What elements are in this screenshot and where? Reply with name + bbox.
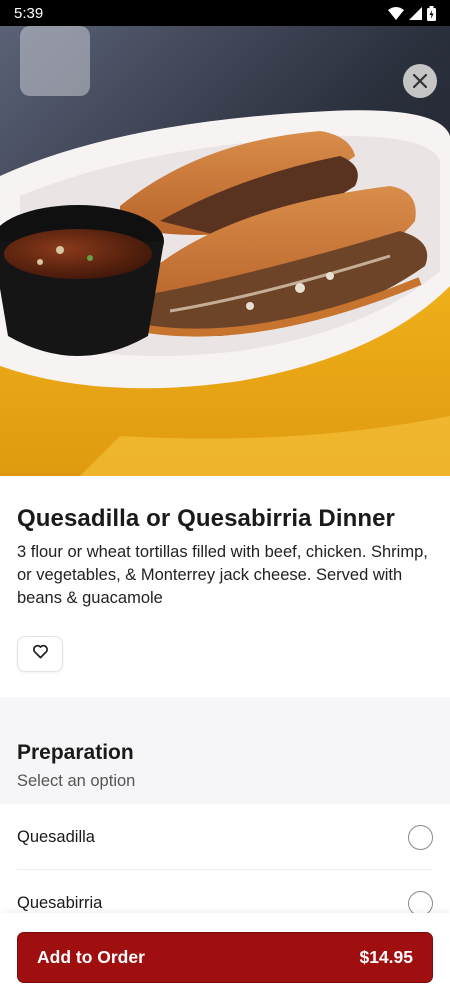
item-title: Quesadilla or Quesabirria Dinner <box>17 505 395 532</box>
close-icon <box>413 74 427 88</box>
item-info: Quesadilla or Quesabirria Dinner 3 flour… <box>0 476 450 672</box>
status-bar: 5:39 <box>0 0 450 26</box>
option-quesadilla[interactable]: Quesadilla <box>0 804 450 870</box>
battery-icon <box>427 5 436 21</box>
section-title: Preparation <box>17 741 134 764</box>
item-description: 3 flour or wheat tortillas filled with b… <box>17 543 428 607</box>
radio-button[interactable] <box>408 824 433 850</box>
bottom-bar: Add to Order $14.95 <box>0 913 450 1000</box>
close-button[interactable] <box>403 64 437 98</box>
add-to-order-label: Add to Order <box>37 947 145 967</box>
price-label: $14.95 <box>359 947 413 967</box>
item-photo <box>0 26 450 476</box>
option-label: Quesadilla <box>17 827 95 846</box>
add-to-order-button[interactable]: Add to Order $14.95 <box>17 932 433 983</box>
section-subtitle: Select an option <box>17 772 136 790</box>
status-time: 5:39 <box>14 4 44 22</box>
heart-icon <box>32 644 49 664</box>
option-label: Quesabirria <box>17 893 103 912</box>
food-photo-illustration <box>0 26 450 476</box>
wifi-icon <box>388 6 404 20</box>
radio-button[interactable] <box>408 890 433 916</box>
cellular-signal-icon <box>409 6 422 20</box>
preparation-section-header: Preparation Select an option <box>0 697 450 804</box>
status-icons <box>388 5 436 21</box>
favorite-button[interactable] <box>17 636 63 672</box>
